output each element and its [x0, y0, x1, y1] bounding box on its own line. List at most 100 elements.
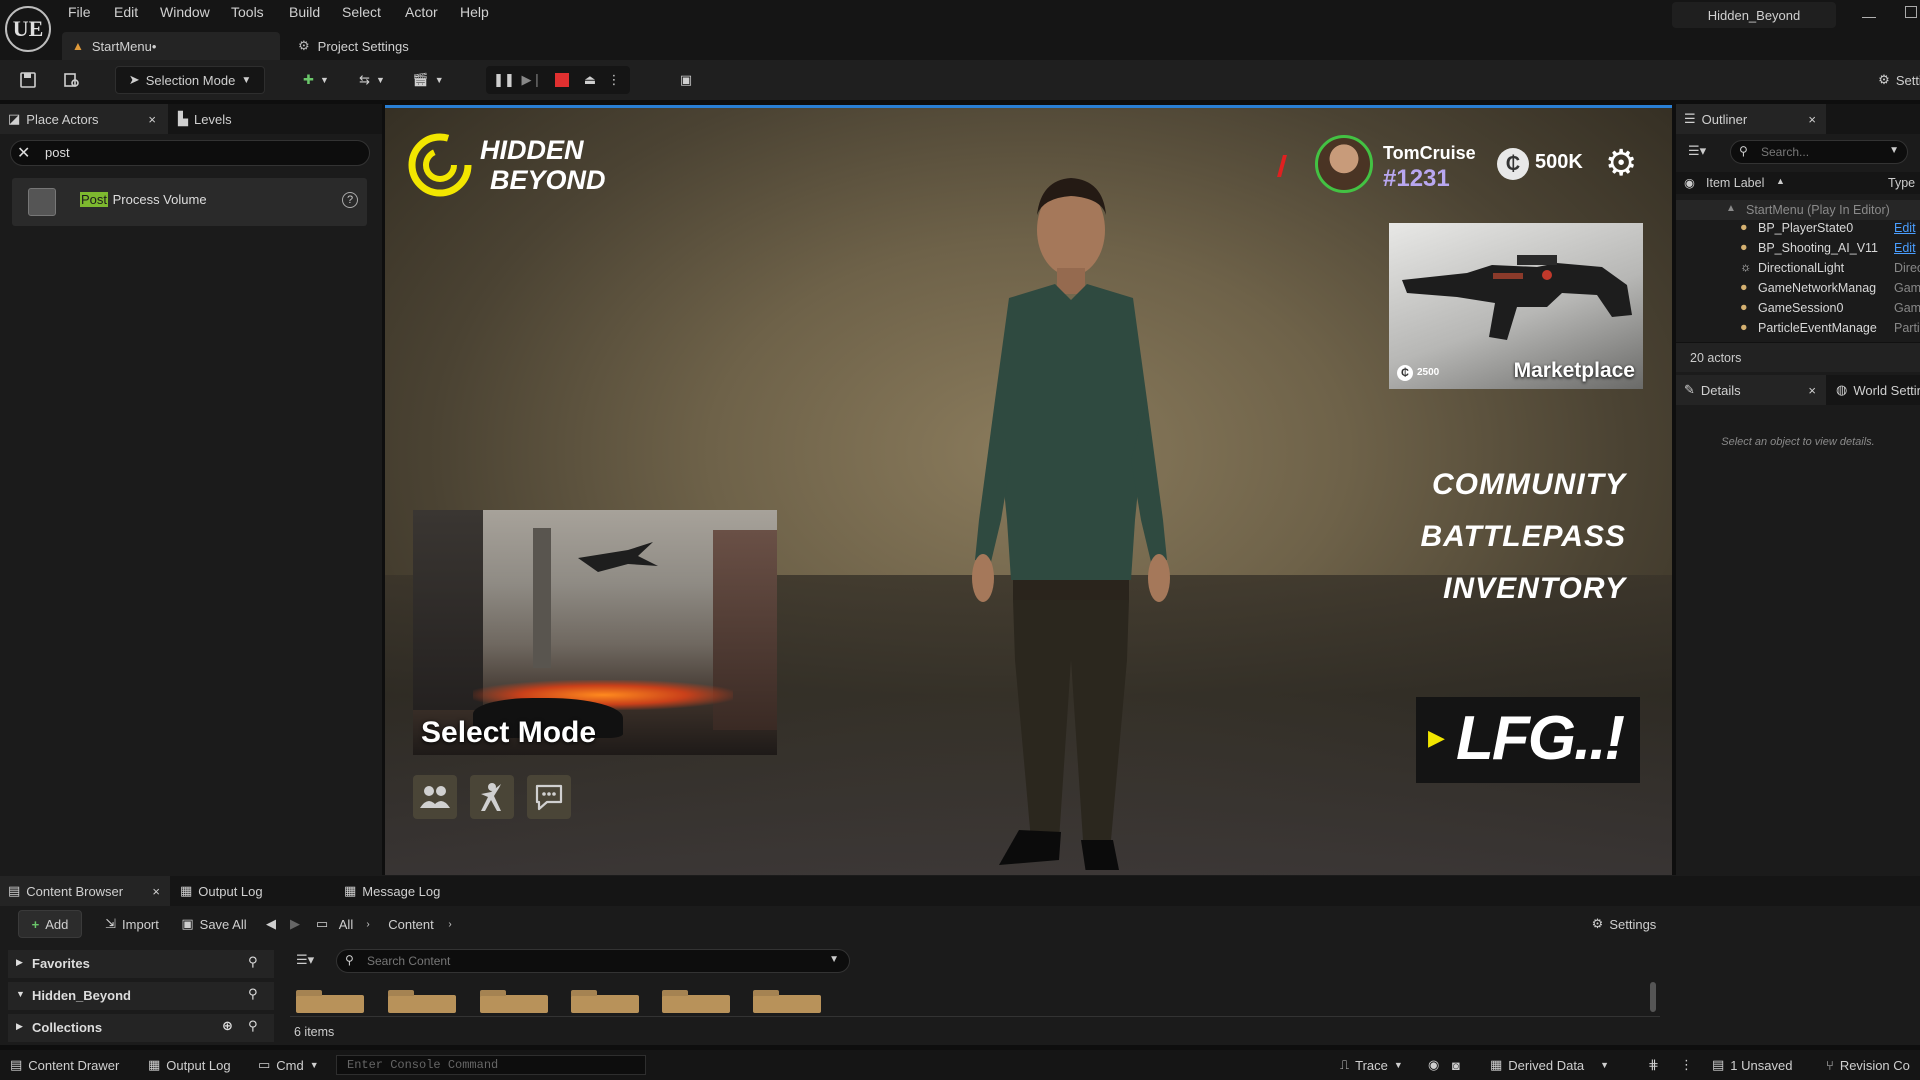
marketplace-card[interactable]: ₵ 2500 Marketplace [1389, 223, 1643, 389]
content-search-field[interactable]: ⚲ Search Content ▼ [336, 949, 850, 973]
menu-help[interactable]: Help [460, 4, 489, 20]
filter-icon[interactable]: ☰▾ [296, 952, 314, 968]
outliner-root-row[interactable]: ▲ StartMenu (Play In Editor) [1676, 200, 1920, 220]
table-row[interactable]: ● ParticleEventManage Parti [1676, 318, 1920, 338]
row-type[interactable]: Edit [1894, 221, 1916, 235]
clear-search-icon[interactable]: ✕ [17, 143, 30, 163]
tree-hidden-beyond[interactable]: ▼ Hidden_Beyond ⚲ [8, 982, 274, 1010]
folder-item[interactable] [662, 990, 730, 1013]
unsaved-button[interactable]: ▤ 1 Unsaved [1712, 1054, 1792, 1076]
friends-icon[interactable] [413, 775, 457, 819]
actor-search-field[interactable]: ✕ post [10, 140, 370, 166]
cmd-dropdown[interactable]: ▭ Cmd ▼ [258, 1054, 319, 1076]
content-drawer-button[interactable]: ▤ Content Drawer [10, 1054, 119, 1076]
search-icon[interactable]: ⚲ [248, 954, 258, 970]
add-button[interactable]: + Add [18, 910, 82, 938]
filter-icon[interactable]: ☰▾ [1688, 143, 1706, 159]
folder-item[interactable] [753, 990, 821, 1013]
maximize-icon[interactable] [1905, 6, 1917, 18]
record-icon[interactable]: ◉ [1428, 1054, 1439, 1076]
tab-details[interactable]: ✎ Details × [1676, 375, 1826, 405]
menu-select[interactable]: Select [342, 4, 381, 20]
blueprint-icon[interactable]: ⇆ ▼ [352, 66, 392, 94]
settings-gear-icon[interactable]: ⚙ [1605, 143, 1637, 183]
tab-place-actors[interactable]: ◪ Place Actors × [0, 104, 168, 134]
tab-project-settings[interactable]: ⚙ Project Settings [288, 32, 438, 60]
tab-content-browser[interactable]: ▤ Content Browser × [0, 876, 170, 906]
col-item-label[interactable]: Item Label [1706, 176, 1764, 190]
table-row[interactable]: ● GameSession0 Gam [1676, 298, 1920, 318]
tree-favorites[interactable]: ▶ Favorites ⚲ [8, 950, 274, 978]
col-type[interactable]: Type [1888, 176, 1915, 190]
table-row[interactable]: ● BP_PlayerState0 Edit [1676, 218, 1920, 238]
scrollbar[interactable] [1650, 982, 1656, 1012]
eject-icon[interactable]: ⏏ [578, 66, 602, 94]
table-row[interactable]: ● BP_Shooting_AI_V11 Edit [1676, 238, 1920, 258]
list-item[interactable]: Post Process Volume ? [12, 178, 367, 226]
save-icon[interactable] [14, 66, 42, 94]
search-icon[interactable]: ⚲ [248, 1018, 258, 1034]
emote-icon[interactable] [470, 775, 514, 819]
pause-icon[interactable]: ❚❚ [492, 66, 516, 94]
table-row[interactable]: ☼ DirectionalLight Direc [1676, 258, 1920, 278]
settings-button[interactable]: ⚙ Setti [1870, 66, 1920, 94]
cb-settings-button[interactable]: ⚙ Settings [1584, 910, 1664, 938]
screenshot-icon[interactable]: ◙ [1452, 1054, 1460, 1076]
more-options-icon[interactable]: ⋮ [606, 66, 622, 94]
close-icon[interactable]: × [1808, 112, 1816, 127]
console-input[interactable]: Enter Console Command [336, 1055, 646, 1075]
save-all-button[interactable]: ▣ Save All [178, 910, 250, 938]
folder-icon[interactable]: ▭ [312, 910, 332, 938]
outliner-search-field[interactable]: ⚲ Search... ▼ [1730, 140, 1908, 164]
row-type[interactable]: Edit [1894, 241, 1916, 255]
step-icon[interactable]: ▶❘ [520, 66, 544, 94]
folder-item[interactable] [571, 990, 639, 1013]
import-button[interactable]: ⇲ Import [100, 910, 164, 938]
avatar[interactable] [1315, 135, 1373, 193]
menu-inventory[interactable]: INVENTORY [1443, 572, 1626, 606]
help-icon[interactable]: ? [342, 192, 358, 208]
selection-mode-dropdown[interactable]: ➤ Selection Mode ▼ [115, 66, 265, 94]
add-actor-icon[interactable]: ✚ ▼ [296, 66, 336, 94]
folder-item[interactable] [296, 990, 364, 1013]
back-icon[interactable]: ◀ [262, 910, 280, 938]
select-mode-card[interactable]: Select Mode [413, 510, 777, 755]
cinematics-icon[interactable]: 🎬︎ ▼ [408, 66, 448, 94]
tab-outliner[interactable]: ☰ Outliner × [1676, 104, 1826, 134]
derived-data-dropdown[interactable]: ▦ Derived Data ▼ [1490, 1054, 1609, 1076]
menu-window[interactable]: Window [160, 4, 210, 20]
menu-actor[interactable]: Actor [405, 4, 438, 20]
menu-build[interactable]: Build [289, 4, 320, 20]
revision-control-button[interactable]: ⑂ Revision Co [1826, 1054, 1920, 1076]
network-icon[interactable]: ⋕ [1648, 1054, 1659, 1076]
tab-world-settings[interactable]: ◍ World Settin [1828, 375, 1920, 405]
search-icon[interactable]: ⚲ [248, 986, 258, 1002]
tab-message-log[interactable]: ▦ Message Log [336, 876, 476, 906]
menu-edit[interactable]: Edit [114, 4, 138, 20]
stop-icon[interactable] [550, 66, 574, 94]
table-row[interactable]: ● GameNetworkManag Gam [1676, 278, 1920, 298]
folder-item[interactable] [388, 990, 456, 1013]
chevron-down-icon[interactable]: ▼ [829, 954, 839, 965]
close-icon[interactable]: × [152, 884, 160, 899]
crumb-content[interactable]: Content [384, 910, 438, 938]
tab-startmenu[interactable]: ▲ StartMenu• [62, 32, 280, 60]
crumb-all[interactable]: All [336, 910, 356, 938]
game-viewport[interactable]: HIDDEN BEYOND TomCruise #1231 ₵ 500K ⚙ ₵… [385, 105, 1672, 875]
tab-levels[interactable]: ▙ Levels [170, 104, 280, 134]
close-icon[interactable]: × [1808, 383, 1816, 398]
trace-dropdown[interactable]: ⎍ Trace ▼ [1340, 1054, 1403, 1076]
unreal-logo-icon[interactable]: UE [5, 6, 51, 52]
forward-icon[interactable]: ▶ [286, 910, 304, 938]
minimize-icon[interactable]: — [1862, 8, 1876, 24]
tree-collections[interactable]: ▶ Collections ⊕ ⚲ [8, 1014, 274, 1042]
browse-icon[interactable] [58, 66, 86, 94]
folder-item[interactable] [480, 990, 548, 1013]
add-collection-icon[interactable]: ⊕ [222, 1018, 233, 1034]
menu-tools[interactable]: Tools [231, 4, 264, 20]
chevron-down-icon[interactable]: ▼ [1889, 145, 1899, 156]
output-log-button[interactable]: ▦ Output Log [148, 1054, 231, 1076]
tab-output-log[interactable]: ▦ Output Log [172, 876, 302, 906]
close-icon[interactable]: × [148, 112, 156, 127]
menu-community[interactable]: COMMUNITY [1432, 468, 1626, 502]
